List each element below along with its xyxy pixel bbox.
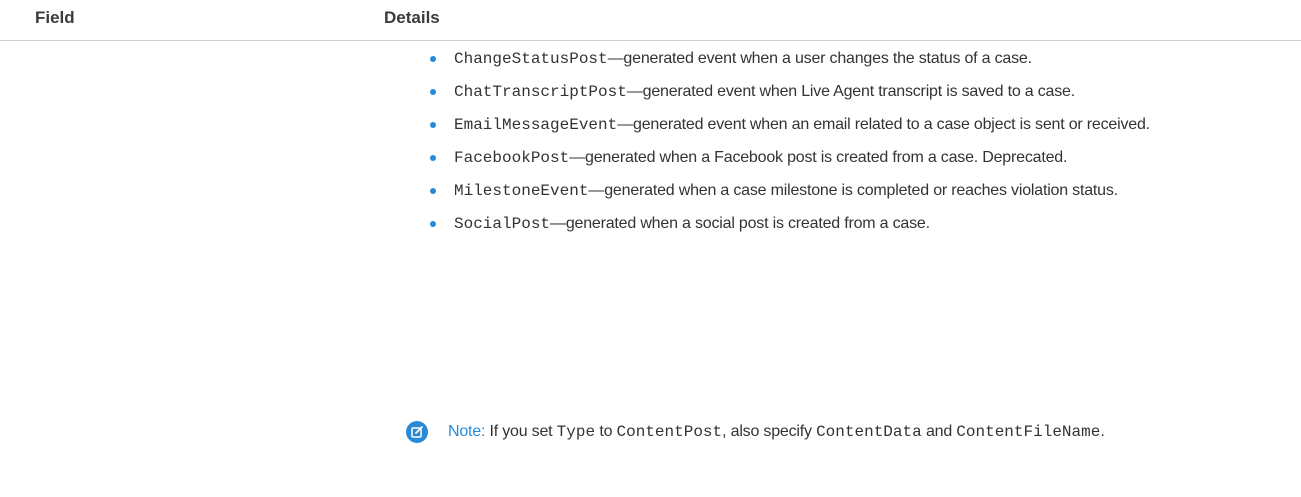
note-code: Type [556, 423, 596, 441]
event-code: MilestoneEvent [454, 182, 589, 200]
bullet-icon [430, 89, 436, 95]
event-description: —generated when a social post is created… [550, 215, 930, 232]
event-description: —generated event when Live Agent transcr… [626, 83, 1075, 100]
event-code: FacebookPost [454, 149, 570, 167]
bullet-icon [430, 56, 436, 62]
bullet-icon [430, 188, 436, 194]
list-item: MilestoneEvent—generated when a case mil… [430, 179, 1290, 203]
edit-note-icon [406, 421, 428, 443]
list-item: EmailMessageEvent—generated event when a… [430, 113, 1290, 137]
note-code: ContentPost [616, 423, 723, 441]
event-description: —generated when a case milestone is comp… [588, 182, 1118, 199]
note-text-part: to [595, 423, 617, 440]
note-code: ContentData [816, 423, 922, 441]
event-code: ChangeStatusPost [454, 50, 608, 68]
note-text-part: and [921, 423, 957, 440]
note-callout: Note: If you set Type to ContentPost, al… [406, 418, 1266, 446]
details-column-header: Details [384, 8, 440, 27]
list-item: SocialPost—generated when a social post … [430, 212, 1290, 236]
note-text-part: , also specify [722, 423, 817, 440]
note-label: Note: [448, 423, 486, 440]
table-header: Field Details [0, 0, 1301, 41]
note-text: Note: If you set Type to ContentPost, al… [448, 418, 1266, 446]
bullet-icon [430, 221, 436, 227]
event-code: ChatTranscriptPost [454, 83, 627, 101]
event-description: —generated when a Facebook post is creat… [569, 149, 1068, 166]
list-item: ChatTranscriptPost—generated event when … [430, 80, 1290, 104]
event-description: —generated event when a user changes the… [607, 50, 1032, 67]
list-item: FacebookPost—generated when a Facebook p… [430, 146, 1290, 170]
list-item: ChangeStatusPost—generated event when a … [430, 47, 1290, 71]
note-text-part: If you set [485, 423, 557, 440]
note-code: ContentFileName [956, 423, 1101, 441]
event-code: EmailMessageEvent [454, 116, 618, 134]
bullet-icon [430, 155, 436, 161]
bullet-icon [430, 122, 436, 128]
event-type-list: ChangeStatusPost—generated event when a … [430, 47, 1290, 236]
details-cell: ChangeStatusPost—generated event when a … [430, 47, 1290, 245]
field-column-header: Field [35, 8, 75, 27]
note-text-part: . [1100, 423, 1105, 440]
event-description: —generated event when an email related t… [617, 116, 1150, 133]
event-code: SocialPost [454, 215, 551, 233]
